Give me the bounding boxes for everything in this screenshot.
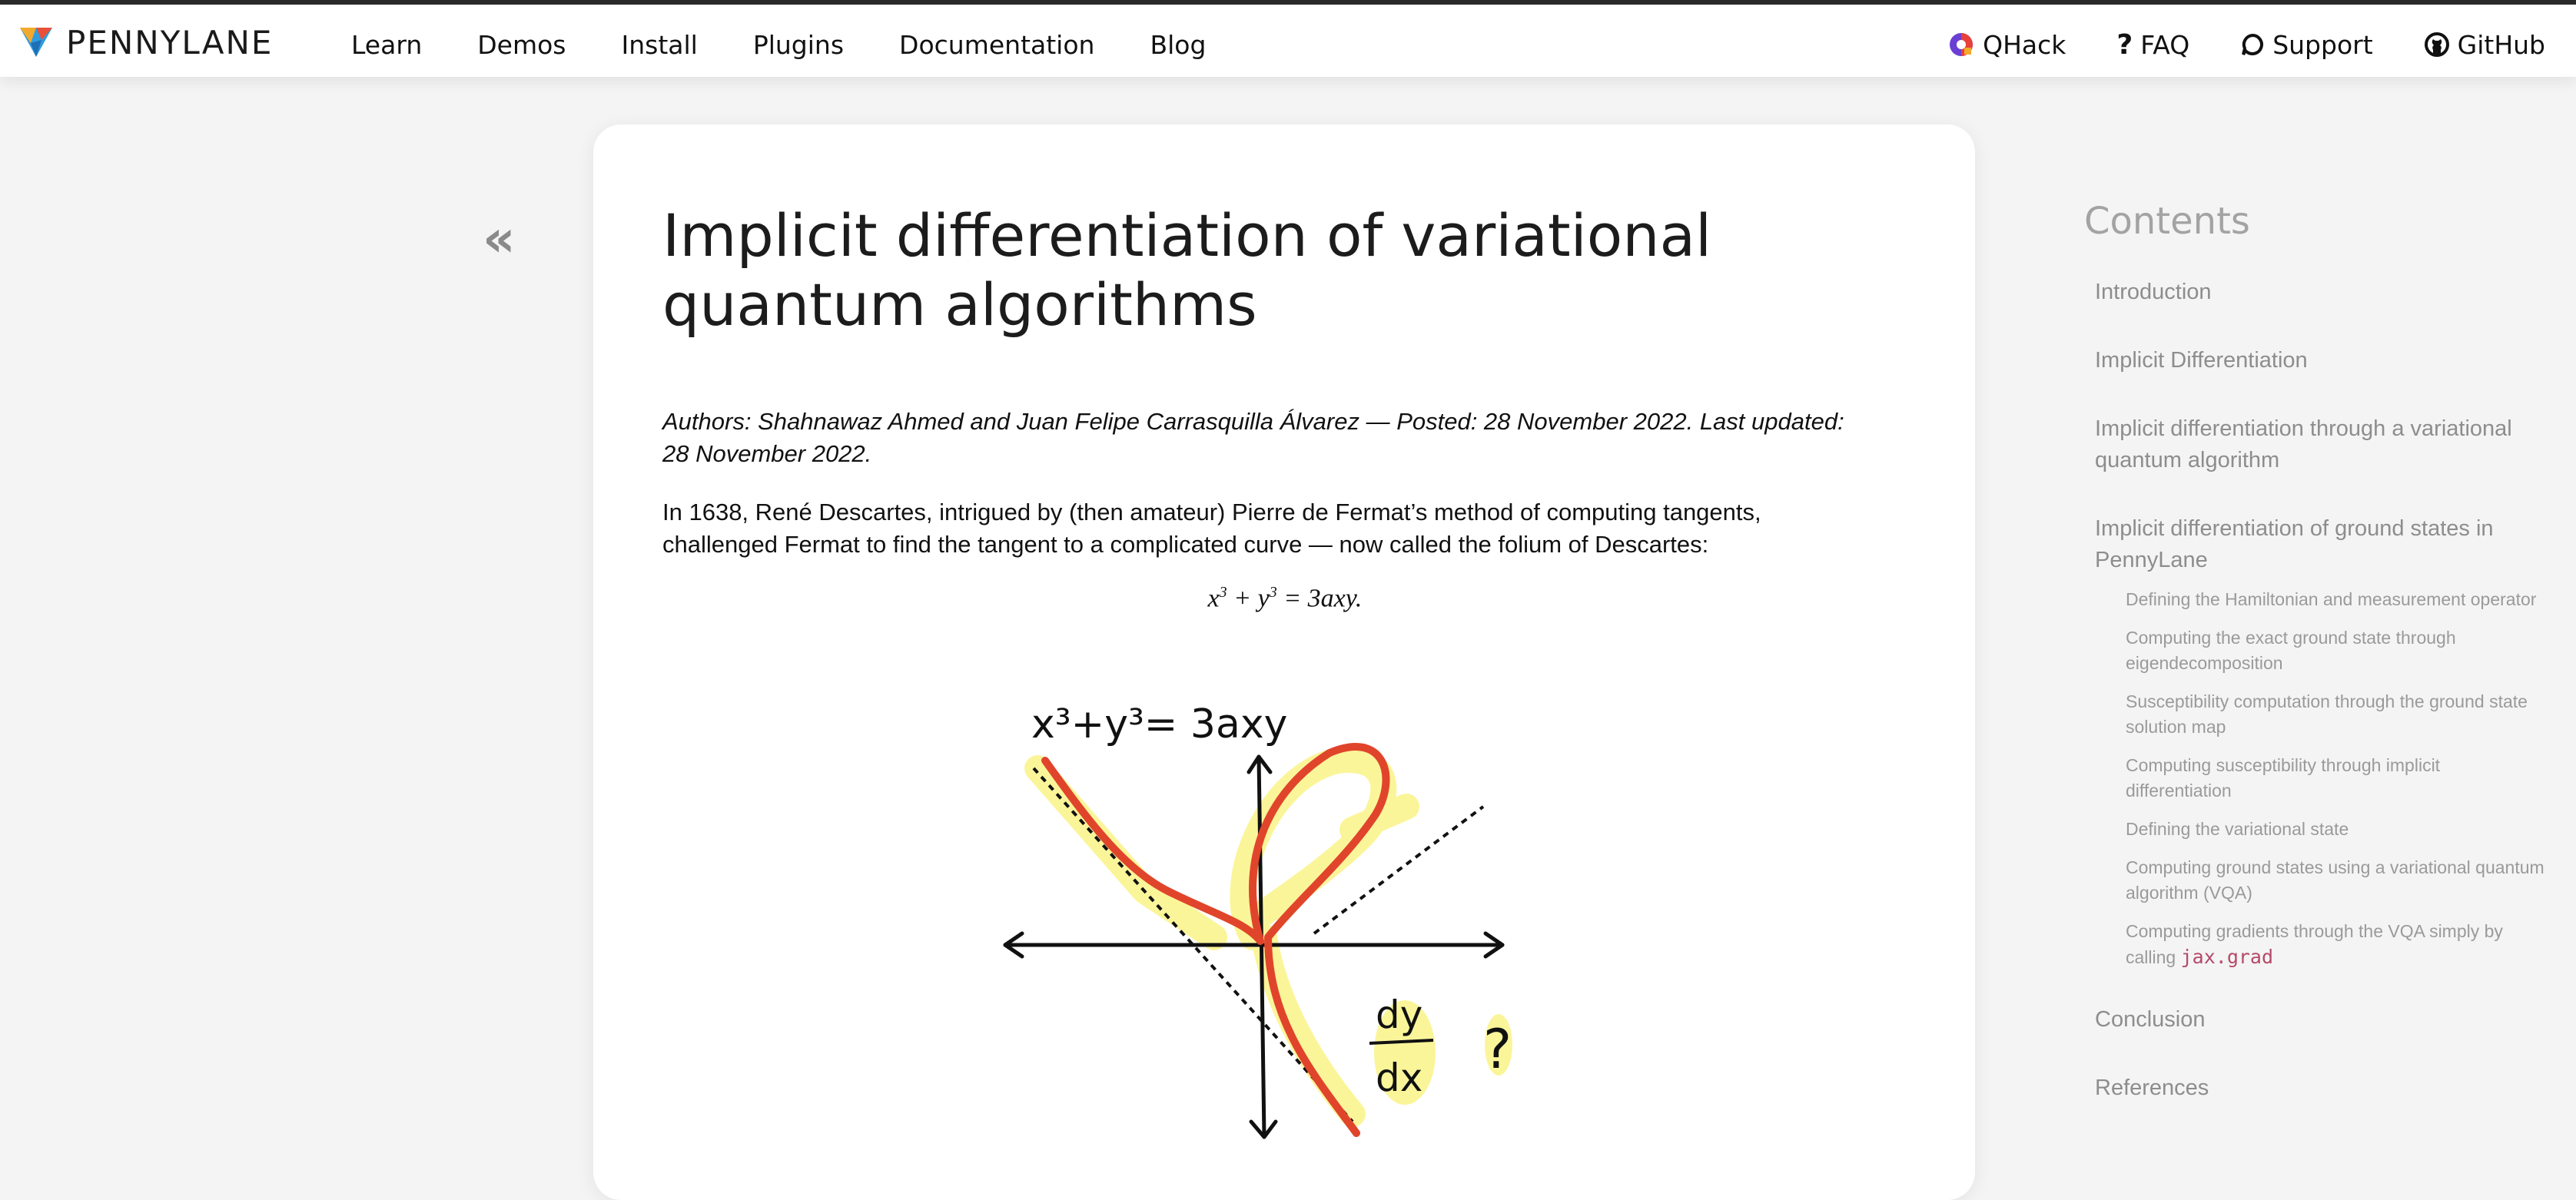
toc-link-implicit-vqa[interactable]: Implicit differentiation through a varia… bbox=[2095, 413, 2545, 476]
toc-link-implicit-differentiation[interactable]: Implicit Differentiation bbox=[2095, 345, 2545, 376]
secondary-nav: QHack ? FAQ Support GitHub bbox=[1897, 28, 2545, 61]
nav-support-label: Support bbox=[2272, 29, 2373, 60]
equation-term-y: + y bbox=[1227, 584, 1270, 613]
toc-link-conclusion[interactable]: Conclusion bbox=[2095, 1004, 2545, 1036]
equation-exp-1: 3 bbox=[1219, 584, 1227, 601]
brand-home-link[interactable]: PENNYLANE bbox=[17, 23, 273, 61]
nav-demos[interactable]: Demos bbox=[477, 30, 566, 60]
nav-blog[interactable]: Blog bbox=[1150, 30, 1206, 60]
nav-qhack[interactable]: QHack bbox=[1947, 30, 2066, 60]
equation-term-x: x bbox=[1207, 584, 1220, 613]
qhack-logo-icon bbox=[1947, 31, 1975, 58]
main-nav: Learn Demos Install Plugins Documentatio… bbox=[351, 28, 1261, 61]
toc-sublink-hamiltonian[interactable]: Defining the Hamiltonian and measurement… bbox=[2126, 587, 2545, 612]
equation-rhs: = 3axy. bbox=[1276, 584, 1363, 613]
nav-support[interactable]: Support bbox=[2240, 29, 2373, 60]
question-mark-icon: ? bbox=[2116, 28, 2133, 61]
toc-title: Contents bbox=[2084, 200, 2250, 243]
nav-plugins[interactable]: Plugins bbox=[753, 30, 844, 60]
github-icon bbox=[2424, 31, 2450, 58]
nav-documentation[interactable]: Documentation bbox=[899, 30, 1094, 60]
pennylane-logo-icon bbox=[20, 28, 52, 57]
folium-figure: x³+y³= 3axy dy dx ? bbox=[1003, 701, 1512, 1139]
toc-sublink-susceptibility-solution-map[interactable]: Susceptibility computation through the g… bbox=[2126, 689, 2545, 740]
nav-learn[interactable]: Learn bbox=[351, 30, 422, 60]
page-title: Implicit differentiation of variational … bbox=[662, 201, 1712, 339]
table-of-contents: Contents Introduction Implicit Different… bbox=[2084, 200, 2545, 1141]
toc-link-introduction[interactable]: Introduction bbox=[2095, 277, 2545, 308]
toc-sublink-vqa-ground-states[interactable]: Computing ground states using a variatio… bbox=[2126, 855, 2545, 906]
figure-question-mark: ? bbox=[1483, 1018, 1512, 1081]
toc-sublink-susceptibility-implicit[interactable]: Computing susceptibility through implici… bbox=[2126, 753, 2545, 804]
toc-subsection-list: Defining the Hamiltonian and measurement… bbox=[2126, 587, 2545, 970]
folium-equation: x3 + y3 = 3axy. bbox=[662, 584, 1907, 613]
toc-sublink-gradients-vqa[interactable]: Computing gradients through the VQA simp… bbox=[2126, 919, 2545, 970]
toc-sublink-variational-state[interactable]: Defining the variational state bbox=[2126, 817, 2545, 842]
nav-faq[interactable]: ? FAQ bbox=[2116, 29, 2189, 61]
equation-exp-2: 3 bbox=[1269, 584, 1277, 601]
top-navbar: PENNYLANE Learn Demos Install Plugins Do… bbox=[0, 5, 2576, 77]
nav-qhack-label: QHack bbox=[1983, 29, 2066, 60]
nav-github-label: GitHub bbox=[2457, 29, 2545, 60]
figure-derivative-numerator: dy bbox=[1376, 993, 1422, 1037]
speech-bubble-icon bbox=[2240, 32, 2265, 57]
article-authors: Authors: Shahnawaz Ahmed and Juan Felipe… bbox=[662, 408, 1844, 467]
figure-derivative-denominator: dx bbox=[1376, 1056, 1422, 1100]
nav-faq-label: FAQ bbox=[2140, 29, 2190, 60]
toc-sublink-code: jax.grad bbox=[2180, 946, 2274, 968]
toc-link-ground-states[interactable]: Implicit differentiation of ground state… bbox=[2095, 513, 2545, 576]
figure-equation-label: x³+y³= 3axy bbox=[1031, 701, 1287, 748]
brand-name: PENNYLANE bbox=[66, 23, 274, 61]
toc-link-references[interactable]: References bbox=[2095, 1072, 2545, 1104]
intro-paragraph: In 1638, René Descartes, intrigued by (t… bbox=[662, 499, 1761, 558]
nav-github[interactable]: GitHub bbox=[2424, 30, 2545, 60]
nav-install[interactable]: Install bbox=[621, 30, 697, 60]
collapse-sidebar-button[interactable]: « bbox=[483, 214, 516, 264]
toc-sublink-exact-ground-state[interactable]: Computing the exact ground state through… bbox=[2126, 625, 2545, 676]
